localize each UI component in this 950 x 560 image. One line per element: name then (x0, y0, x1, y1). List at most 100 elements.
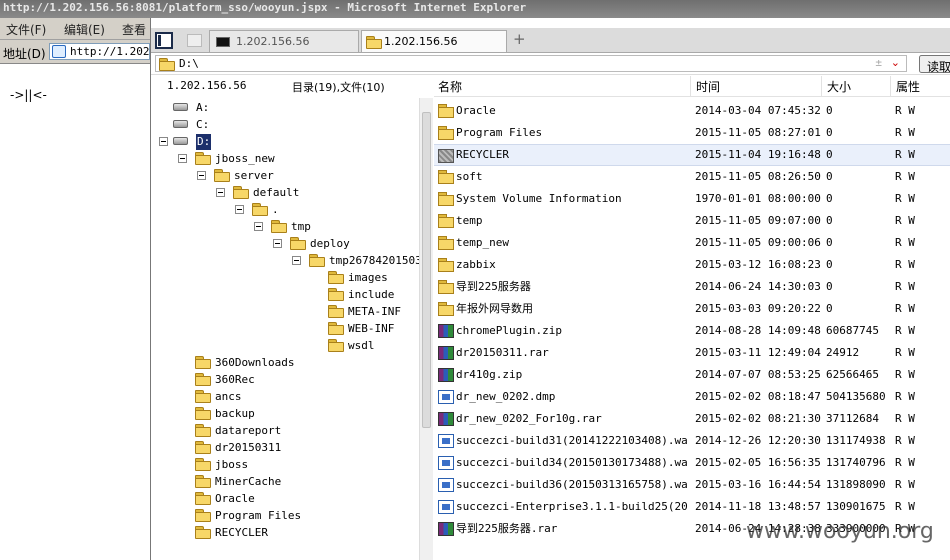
folder-icon (309, 254, 325, 267)
collapse-toggle-icon[interactable] (292, 256, 301, 265)
address-input[interactable]: http://1.202. (49, 43, 150, 60)
file-row[interactable]: zabbix 2015-03-12 16:08:23 0 R W (434, 254, 950, 276)
file-time: 2015-02-02 08:21:30 (695, 412, 821, 425)
file-name: RECYCLER (456, 148, 509, 161)
archive-icon (438, 346, 454, 360)
tree-node-label: 360Rec (215, 373, 255, 386)
collapse-toggle-icon[interactable] (159, 137, 168, 146)
file-row[interactable]: temp 2015-11-05 09:07:00 0 R W (434, 210, 950, 232)
collapse-toggle-icon[interactable] (273, 239, 282, 248)
file-row[interactable]: System Volume Information 1970-01-01 08:0… (434, 188, 950, 210)
file-row[interactable]: succezci-build34(20150130173488).war 2015… (434, 452, 950, 474)
tree-node-label: jboss (215, 458, 249, 471)
tree-node-label: server (234, 169, 274, 182)
file-name: dr_new_0202.dmp (456, 390, 556, 403)
column-name[interactable]: 名称 (438, 78, 462, 95)
path-value: D:\ (179, 57, 199, 70)
file-size: 131740796 (826, 456, 886, 469)
tree-node-label: MinerCache (215, 475, 282, 488)
collapse-toggle-icon[interactable] (178, 154, 187, 163)
menu-file[interactable]: 文件(F) (6, 21, 46, 38)
file-row[interactable]: succezci-Enterprise3.1.1-build25(201... 2… (434, 496, 950, 518)
file-icon (438, 478, 454, 492)
path-input[interactable]: D:\ ± ⌄ (155, 55, 907, 72)
dropdown-chevron-icon[interactable]: ⌄ (891, 56, 900, 69)
file-row[interactable]: succezci-build31(20141222103408).war 2014… (434, 430, 950, 452)
file-attr: R W (895, 346, 915, 359)
tree-scrollbar-thumb[interactable] (422, 112, 431, 428)
file-row[interactable]: dr410g.zip 2014-07-07 08:53:25 62566465 R W (434, 364, 950, 386)
folder-icon (438, 302, 454, 316)
menu-edit[interactable]: 编辑(E) (64, 21, 105, 38)
collapse-toggle-icon[interactable] (235, 205, 244, 214)
file-row[interactable]: chromePlugin.zip 2014-08-28 14:09:48 60687… (434, 320, 950, 342)
tree-node-label: Program Files (215, 509, 302, 522)
tab-label: 1.202.156.56 (384, 35, 458, 48)
tree-node-label: D: (196, 134, 212, 150)
column-separator[interactable] (821, 76, 822, 96)
menu-bar: 文件(F) 编辑(E) 查看 (0, 18, 150, 40)
new-window-icon[interactable] (187, 34, 202, 47)
file-attr: R W (895, 280, 915, 293)
collapse-toggle-icon[interactable] (254, 222, 263, 231)
column-size[interactable]: 大小 (827, 78, 851, 95)
clear-path-icon[interactable]: ± (875, 56, 882, 69)
ie-page-icon (52, 45, 66, 58)
file-size: 60687745 (826, 324, 879, 337)
column-separator[interactable] (690, 76, 691, 96)
file-size: 24912 (826, 346, 860, 359)
folder-icon (438, 170, 454, 184)
collapse-toggle-icon[interactable] (216, 188, 225, 197)
file-name: chromePlugin.zip (456, 324, 562, 337)
tree-node-label: tmp (291, 220, 311, 233)
page-content-left: ->||<- (0, 64, 150, 560)
collapse-toggle-icon[interactable] (197, 171, 206, 180)
tree-node-label: 360Downloads (215, 356, 295, 369)
file-attr: R W (895, 368, 915, 381)
file-time: 2015-11-05 08:27:01 (695, 126, 821, 139)
tree-node-label: C: (196, 118, 210, 131)
folder-icon (438, 192, 454, 206)
add-tab-button[interactable]: + (513, 30, 526, 48)
file-name: succezci-build31(20141222103408).war (456, 434, 688, 447)
file-size: 0 (826, 236, 833, 249)
tree-scrollbar[interactable] (419, 98, 433, 560)
file-row[interactable]: Program Files 2015-11-05 08:27:01 0 R W (434, 122, 950, 144)
menu-view[interactable]: 查看 (122, 21, 146, 38)
file-attr: R W (895, 148, 915, 161)
tree-node-label: ancs (215, 390, 242, 403)
file-time: 2014-07-07 08:53:25 (695, 368, 821, 381)
column-attr[interactable]: 属性 (896, 78, 920, 95)
read-button[interactable]: 读取 (919, 55, 950, 74)
file-time: 2015-03-12 16:08:23 (695, 258, 821, 271)
file-row[interactable]: soft 2015-11-05 08:26:50 0 R W (434, 166, 950, 188)
folder-icon (195, 475, 211, 488)
toggle-panel-icon[interactable] (155, 32, 173, 49)
folder-icon (214, 169, 230, 182)
file-row[interactable]: dr_new_0202_For10g.rar 2015-02-02 08:21:3… (434, 408, 950, 430)
file-time: 2014-06-24 14:30:03 (695, 280, 821, 293)
file-attr: R W (895, 236, 915, 249)
folder-icon (252, 203, 268, 216)
file-row[interactable]: Oracle 2014-03-04 07:45:32 0 R W (434, 100, 950, 122)
file-attr: R W (895, 434, 915, 447)
file-row[interactable]: succezci-build36(20150313165758).war 2015… (434, 474, 950, 496)
tree-node-label: backup (215, 407, 255, 420)
file-attr: R W (895, 214, 915, 227)
file-row[interactable]: temp_new 2015-11-05 09:00:06 0 R W (434, 232, 950, 254)
file-row[interactable]: 年报外网导数用 2015-03-03 09:20:22 0 R W (434, 298, 950, 320)
tree-summary: 目录(19),文件(10) (292, 81, 385, 94)
column-separator[interactable] (890, 76, 891, 96)
file-time: 2015-02-02 08:18:47 (695, 390, 821, 403)
tree-header: 1.202.156.56 目录(19),文件(10) (151, 76, 433, 98)
file-name: zabbix (456, 258, 496, 271)
tab-terminal[interactable]: 1.202.156.56 (209, 30, 359, 52)
file-row[interactable]: dr_new_0202.dmp 2015-02-02 08:18:47 504135… (434, 386, 950, 408)
file-row[interactable]: dr20150311.rar 2015-03-11 12:49:04 24912 R … (434, 342, 950, 364)
file-row[interactable]: RECYCLER 2015-11-04 19:16:48 0 R W (434, 144, 950, 166)
recycle-bin-icon (438, 149, 454, 163)
tab-files[interactable]: 1.202.156.56 (361, 30, 507, 52)
column-time[interactable]: 时间 (696, 78, 720, 95)
file-name: dr410g.zip (456, 368, 523, 381)
file-row[interactable]: 导到225服务器 2014-06-24 14:30:03 0 R W (434, 276, 950, 298)
